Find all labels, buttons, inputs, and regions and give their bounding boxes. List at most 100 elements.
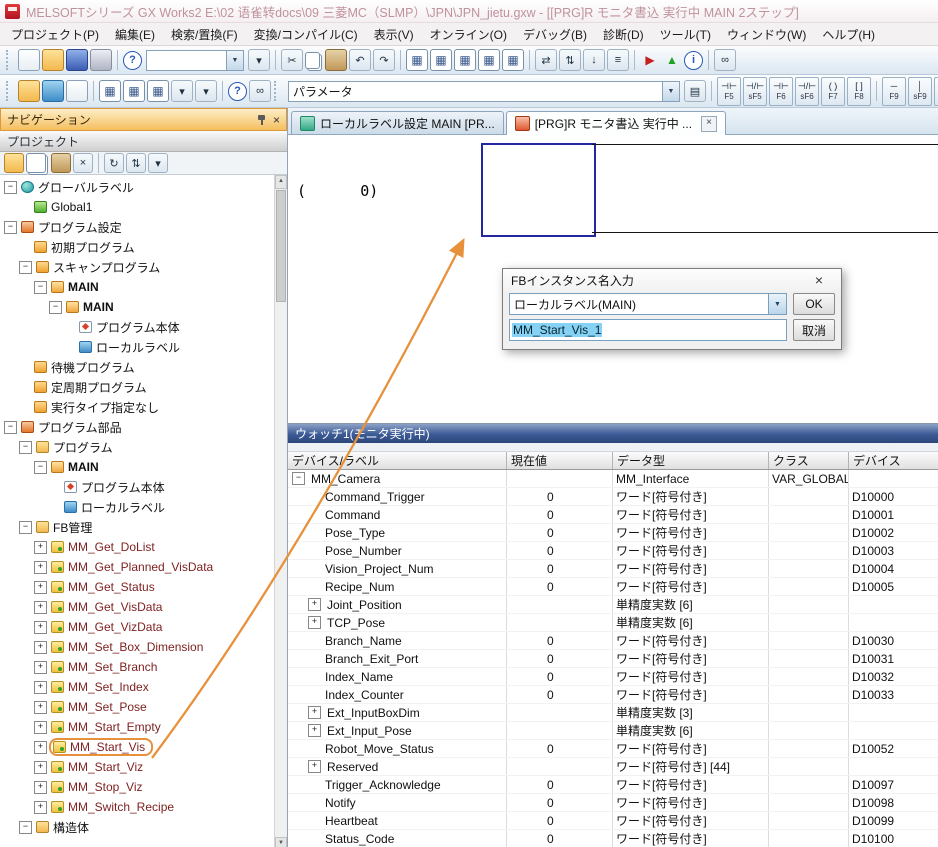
save-project-icon[interactable] [66,49,88,71]
watch-row-Status_Code[interactable]: Status_Code0ワード[符号付き]D10100 [288,830,938,847]
output-window-icon[interactable] [66,80,88,102]
tree-item-fixed-scan-program[interactable]: 定周期プログラム [0,377,274,397]
expand-icon[interactable]: + [34,781,47,794]
expand-icon[interactable]: + [34,761,47,774]
fkey-f7-button[interactable]: ( )F7 [821,77,845,106]
expand-icon[interactable]: + [308,616,321,629]
sort-menu-chevron-icon[interactable]: ▾ [148,153,168,173]
parameter-combo[interactable]: パラメータ▼ [288,81,680,102]
collapse-icon[interactable]: − [19,441,32,454]
dialog-close-icon[interactable]: × [805,272,833,288]
tree-item-program-body[interactable]: プログラム本体 [0,317,274,337]
collapse-icon[interactable]: − [4,221,17,234]
collapse-icon[interactable]: − [34,461,47,474]
chevron-down-icon[interactable]: ▼ [226,51,243,70]
expand-icon[interactable]: + [308,760,321,773]
open-project-icon[interactable] [42,49,64,71]
verify-with-plc-icon[interactable]: ≡ [607,49,629,71]
collapse-icon[interactable]: − [292,472,305,485]
tree-item-structure[interactable]: −構造体 [0,817,274,837]
expand-icon[interactable]: + [34,581,47,594]
device-display-icon[interactable]: ▦ [478,49,500,71]
watch-row-Pose_Type[interactable]: Pose_Type0ワード[符号付き]D10002 [288,524,938,542]
redo-icon[interactable]: ↷ [373,49,395,71]
write-to-plc-icon[interactable]: ⇅ [559,49,581,71]
ok-button[interactable]: OK [793,293,835,315]
watch-row-Vision_Project_Num[interactable]: Vision_Project_Num0ワード[符号付き]D10004 [288,560,938,578]
device-comment-icon[interactable]: ▦ [406,49,428,71]
watch-row-Branch_Exit_Port[interactable]: Branch_Exit_Port0ワード[符号付き]D10031 [288,650,938,668]
fb-instance-name-input[interactable]: MM_Start_Vis_1 [509,319,787,341]
tab-local-label-setting[interactable]: ローカルラベル設定 MAIN [PR... [291,111,504,134]
tree-item-global1[interactable]: Global1 [0,197,274,217]
scroll-up-icon[interactable]: ▲ [275,175,287,189]
fkey-sf5-button[interactable]: ⊣/⊢sF5 [743,77,767,106]
monitor-start-icon[interactable]: ▶ [640,50,660,70]
collapse-icon[interactable]: − [19,261,32,274]
collapse-icon[interactable]: − [49,301,62,314]
display-magnification-icon[interactable]: ▾ [195,80,217,102]
copy-data-icon[interactable] [26,153,46,173]
dialog-title-bar[interactable]: FBインスタンス名入力 × [503,269,841,291]
expand-icon[interactable]: + [34,721,47,734]
new-data-icon[interactable] [4,153,24,173]
statement-icon[interactable]: ▦ [430,49,452,71]
cancel-button[interactable]: 取消 [793,319,835,341]
help-icon[interactable]: ? [123,51,142,70]
menu-project[interactable]: プロジェクト(P) [3,23,107,46]
tree-item-scan-main-group[interactable]: −MAIN [0,277,274,297]
device-monitor-icon[interactable]: ▦ [147,80,169,102]
watch-row-Trigger_Acknowledge[interactable]: Trigger_Acknowledge0ワード[符号付き]D10097 [288,776,938,794]
device-comment-edit-icon[interactable]: ▦ [99,80,121,102]
tree-item-parts-program-body[interactable]: プログラム本体 [0,477,274,497]
fkey-f9-button[interactable]: ─F9 [882,77,906,106]
expand-icon[interactable]: + [308,724,321,737]
system-monitor-icon[interactable]: i [684,51,703,70]
watch-row-TCP_Pose[interactable]: +TCP_Pose単精度実数 [6] [288,614,938,632]
paste-data-icon[interactable] [51,153,71,173]
watch-row-Robot_Move_Status[interactable]: Robot_Move_Status0ワード[符号付き]D10052 [288,740,938,758]
watch-row-Index_Name[interactable]: Index_Name0ワード[符号付き]D10032 [288,668,938,686]
tree-item-mm-start-viz[interactable]: +MM_Start_Viz [0,757,274,777]
toolbar-grip[interactable] [6,50,12,70]
tab-close-icon[interactable]: × [701,116,717,132]
watch-row-Joint_Position[interactable]: +Joint_Position単精度実数 [6] [288,596,938,614]
tree-item-program-folder[interactable]: −プログラム [0,437,274,457]
expand-icon[interactable]: + [34,661,47,674]
expand-icon[interactable]: + [308,598,321,611]
toolbar-grip[interactable] [274,81,280,101]
tree-scrollbar[interactable]: ▲ ▼ [274,175,287,847]
watch-row-Command[interactable]: Command0ワード[符号付き]D10001 [288,506,938,524]
watch-row-Ext_Input_Pose[interactable]: +Ext_Input_Pose単精度実数 [6] [288,722,938,740]
watch-window-header[interactable]: ウォッチ1(モニタ実行中) [288,424,938,443]
find-icon[interactable]: ∞ [249,80,271,102]
delete-data-icon[interactable]: × [73,153,93,173]
refresh-icon[interactable]: ↻ [104,153,124,173]
project-section-header[interactable]: プロジェクト [0,131,287,152]
toolbar-grip[interactable] [6,81,12,101]
tree-item-fb-management[interactable]: −FB管理 [0,517,274,537]
watch-column-header[interactable]: クラス [769,452,849,469]
menu-diagnostics[interactable]: 診断(D) [595,23,652,46]
paste-icon[interactable] [325,49,347,71]
menu-help[interactable]: ヘルプ(H) [814,23,883,46]
display-target-icon[interactable]: ▾ [248,49,270,71]
watch-row-MM_Camera[interactable]: −MM_CameraMM_InterfaceVAR_GLOBAL [288,470,938,488]
device-memory-edit-icon[interactable]: ▦ [123,80,145,102]
navigation-window-icon[interactable] [18,80,40,102]
chevron-down-icon[interactable]: ▼ [768,294,786,314]
collapse-icon[interactable]: − [4,421,17,434]
help-reference-icon[interactable]: ? [228,82,247,101]
tree-item-mm-get-visdata[interactable]: +MM_Get_VisData [0,597,274,617]
element-selection-window-icon[interactable] [42,80,64,102]
expand-icon[interactable]: + [34,541,47,554]
tree-item-scan-program[interactable]: −スキャンプログラム [0,257,274,277]
watch-column-header[interactable]: 現在値 [507,452,613,469]
menu-find-replace[interactable]: 検索/置換(F) [163,23,246,46]
tree-item-mm-get-status[interactable]: +MM_Get_Status [0,577,274,597]
ladder-selection-cursor[interactable] [481,143,596,237]
tree-item-mm-start-empty[interactable]: +MM_Start_Empty [0,717,274,737]
watch-row-Heartbeat[interactable]: Heartbeat0ワード[符号付き]D10099 [288,812,938,830]
tree-item-mm-switch-recipe[interactable]: +MM_Switch_Recipe [0,797,274,817]
cut-icon[interactable]: ✂ [281,49,303,71]
